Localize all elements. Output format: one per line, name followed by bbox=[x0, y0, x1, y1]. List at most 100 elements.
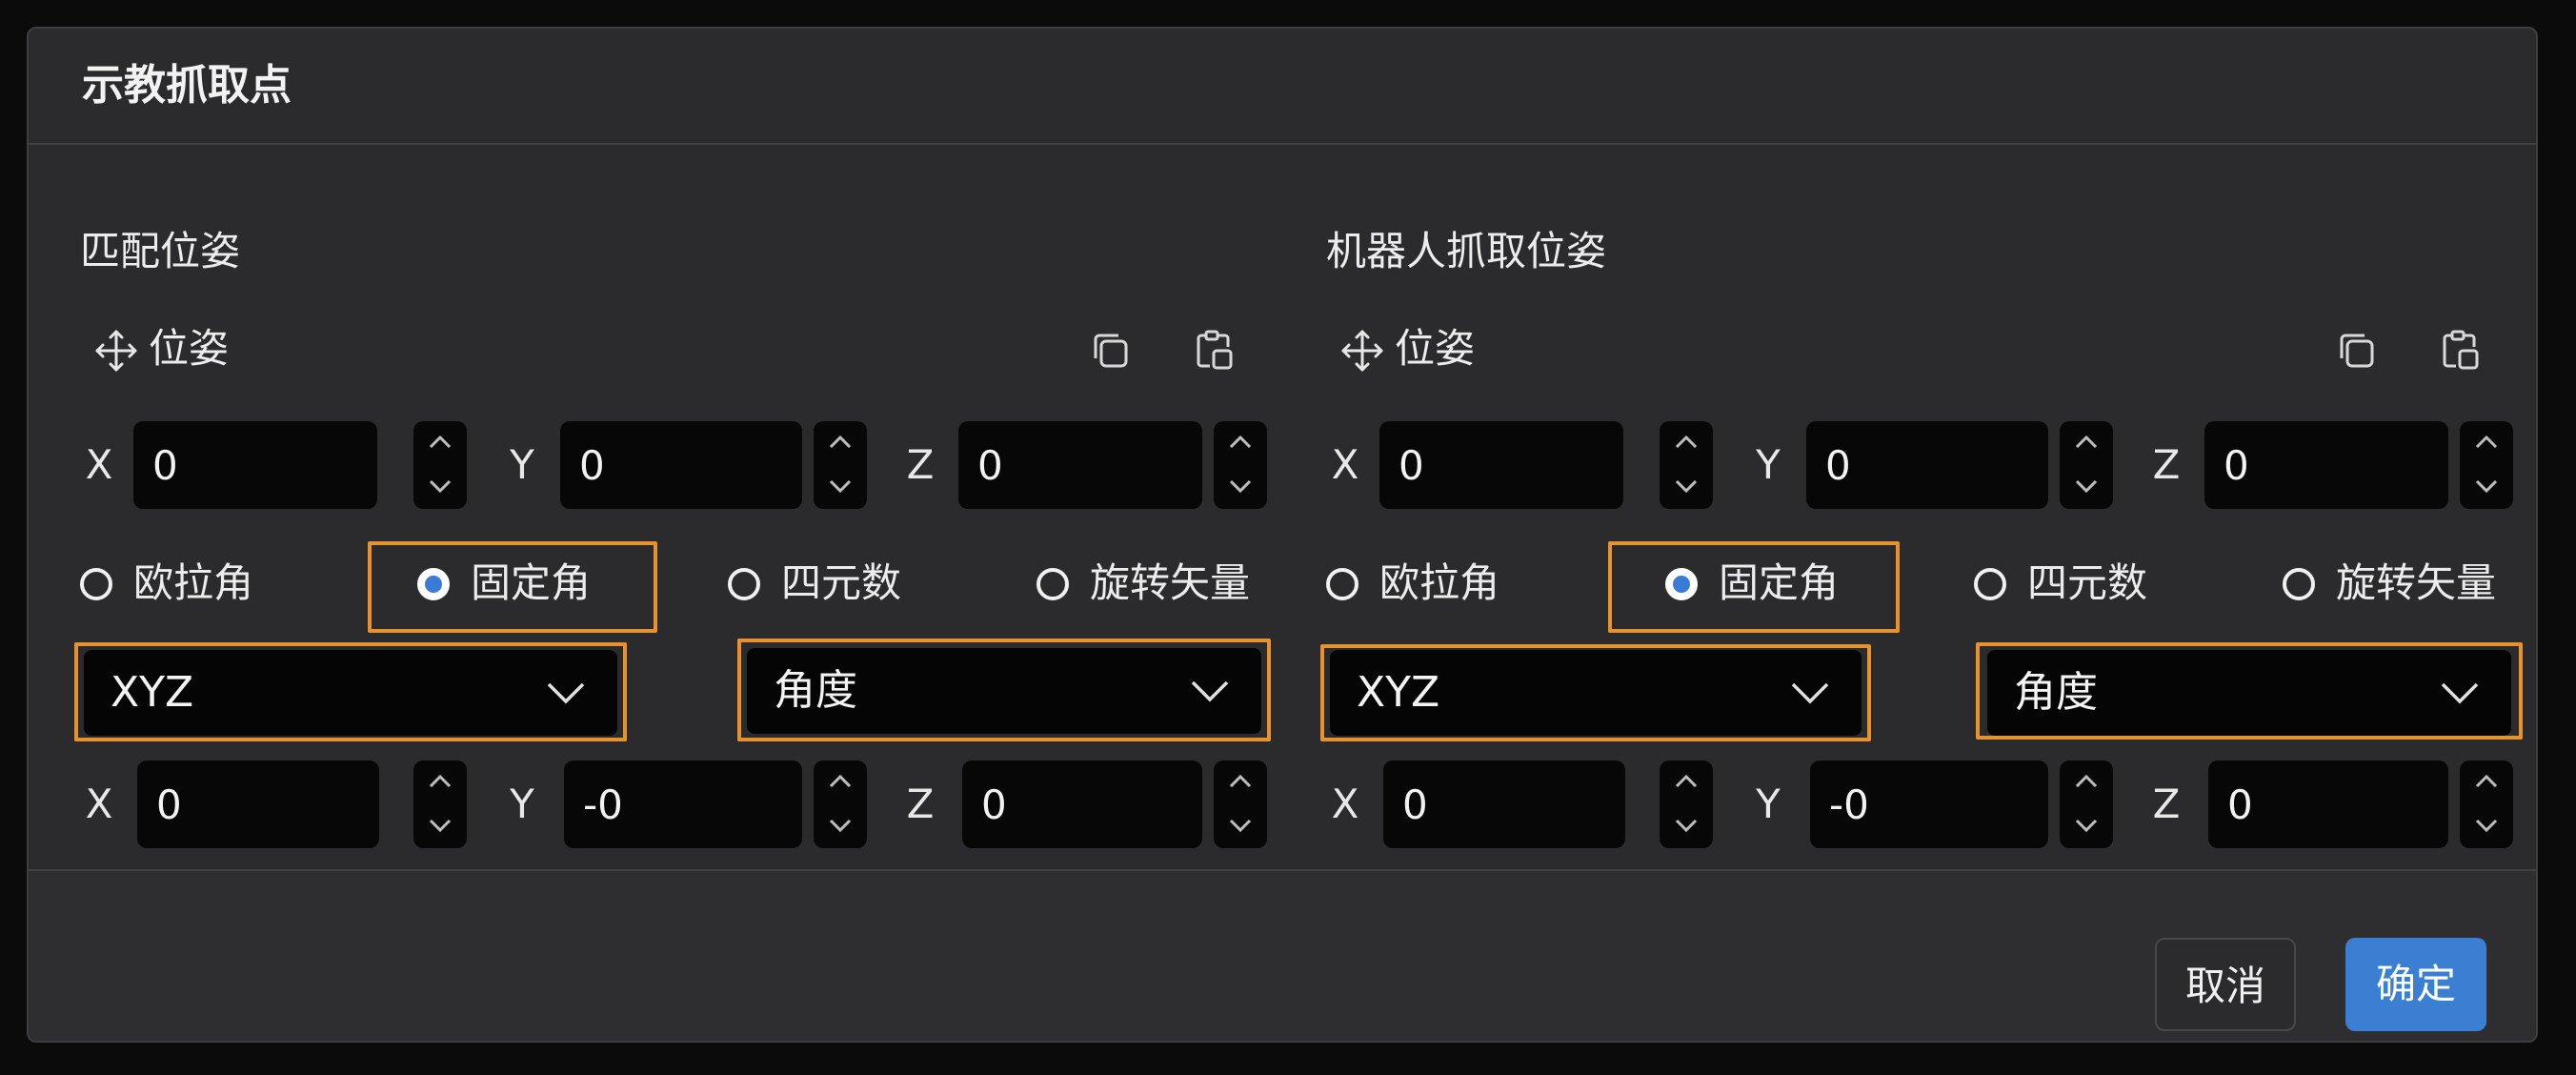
position-z-stepper bbox=[1214, 421, 1267, 509]
rotation-y-input[interactable] bbox=[1810, 761, 2048, 848]
radio-fixed-angle[interactable]: 固定角 bbox=[1665, 545, 1875, 627]
select-value: XYZ bbox=[111, 668, 194, 717]
radio-circle bbox=[80, 568, 112, 600]
stepper-up[interactable] bbox=[413, 761, 467, 804]
chevron-down-icon bbox=[1791, 682, 1829, 704]
chevron-down-icon bbox=[429, 819, 452, 833]
stepper-up[interactable] bbox=[1214, 421, 1267, 465]
rotation-z-stepper bbox=[1214, 761, 1267, 848]
paste-icon[interactable] bbox=[1189, 326, 1238, 375]
angle-unit-select[interactable]: 角度 bbox=[1987, 650, 2511, 736]
chevron-up-icon bbox=[2475, 435, 2498, 449]
pose-label: 位姿 bbox=[149, 325, 230, 372]
position-y-input[interactable] bbox=[560, 421, 802, 509]
stepper-down[interactable] bbox=[2060, 804, 2113, 848]
radio-label: 旋转矢量 bbox=[2336, 559, 2497, 606]
rotation-order-select[interactable]: XYZ bbox=[1330, 650, 1862, 736]
position-z-stepper bbox=[2460, 421, 2513, 509]
stepper-up[interactable] bbox=[814, 421, 867, 465]
radio-rotation-vector[interactable]: 旋转矢量 bbox=[2283, 545, 2515, 627]
radio-euler[interactable]: 欧拉角 bbox=[1326, 545, 1517, 627]
rotation-z-input[interactable] bbox=[2208, 761, 2448, 848]
position-x-input[interactable] bbox=[133, 421, 377, 509]
axis-label-z: Z bbox=[2152, 781, 2181, 827]
rotation-x-input[interactable] bbox=[137, 761, 379, 848]
stepper-down[interactable] bbox=[1660, 465, 1713, 509]
rotation-mode-group: 欧拉角 固定角 四元数 旋转矢量 bbox=[80, 541, 1269, 633]
dialog-header: 示教抓取点 bbox=[29, 29, 2536, 145]
chevron-up-icon bbox=[429, 435, 452, 449]
radio-label: 旋转矢量 bbox=[1090, 559, 1251, 606]
stepper-up[interactable] bbox=[1214, 761, 1267, 804]
chevron-down-icon bbox=[429, 479, 452, 494]
axis-label-z: Z bbox=[906, 441, 935, 488]
chevron-up-icon bbox=[1229, 774, 1252, 788]
stepper-up[interactable] bbox=[2460, 421, 2513, 465]
rotation-z-input[interactable] bbox=[962, 761, 1202, 848]
stepper-up[interactable] bbox=[2060, 421, 2113, 465]
chevron-down-icon bbox=[1229, 819, 1252, 833]
angle-unit-select[interactable]: 角度 bbox=[747, 648, 1261, 734]
chevron-up-icon bbox=[1675, 435, 1698, 449]
radio-quaternion[interactable]: 四元数 bbox=[728, 545, 918, 627]
panel-title: 匹配位姿 bbox=[80, 228, 241, 274]
position-row: X Y Z bbox=[1326, 421, 2513, 509]
stepper-up[interactable] bbox=[2060, 761, 2113, 804]
position-z-input[interactable] bbox=[2204, 421, 2448, 509]
paste-icon[interactable] bbox=[2435, 326, 2485, 375]
radio-label: 四元数 bbox=[781, 559, 902, 606]
axis-label-x: X bbox=[85, 441, 113, 488]
position-z-input[interactable] bbox=[958, 421, 1202, 509]
position-y-input[interactable] bbox=[1806, 421, 2048, 509]
radio-circle-checked bbox=[1665, 568, 1698, 600]
stepper-down[interactable] bbox=[1214, 804, 1267, 848]
rotation-y-stepper bbox=[2060, 761, 2113, 848]
radio-circle bbox=[1036, 568, 1069, 600]
select-value: 角度 bbox=[2014, 668, 2098, 717]
chevron-down-icon bbox=[2475, 819, 2498, 833]
stepper-down[interactable] bbox=[413, 465, 467, 509]
rotation-row: X Y Z bbox=[1326, 761, 2513, 848]
chevron-down-icon bbox=[2075, 819, 2098, 833]
pose-header: 位姿 bbox=[80, 318, 1267, 379]
stepper-down[interactable] bbox=[2460, 804, 2513, 848]
chevron-down-icon bbox=[1191, 680, 1229, 702]
stepper-up[interactable] bbox=[814, 761, 867, 804]
rotation-order-select[interactable]: XYZ bbox=[84, 650, 617, 736]
copy-icon[interactable] bbox=[1086, 326, 1136, 375]
radio-euler[interactable]: 欧拉角 bbox=[80, 545, 271, 627]
copy-icon[interactable] bbox=[2332, 326, 2382, 375]
stepper-down[interactable] bbox=[1660, 804, 1713, 848]
axis-label-y: Y bbox=[1756, 441, 1781, 488]
chevron-down-icon bbox=[2075, 479, 2098, 494]
radio-circle bbox=[2283, 568, 2315, 600]
radio-quaternion[interactable]: 四元数 bbox=[1974, 545, 2164, 627]
radio-rotation-vector[interactable]: 旋转矢量 bbox=[1036, 545, 1269, 627]
rotation-x-stepper bbox=[1660, 761, 1713, 848]
radio-label: 欧拉角 bbox=[1379, 559, 1500, 606]
stepper-down[interactable] bbox=[413, 804, 467, 848]
stepper-down[interactable] bbox=[1214, 465, 1267, 509]
rotation-x-input[interactable] bbox=[1383, 761, 1625, 848]
stepper-up[interactable] bbox=[413, 421, 467, 465]
confirm-button[interactable]: 确定 bbox=[2345, 938, 2486, 1031]
stepper-up[interactable] bbox=[2460, 761, 2513, 804]
stepper-down[interactable] bbox=[2060, 465, 2113, 509]
stepper-down[interactable] bbox=[814, 465, 867, 509]
radio-label: 固定角 bbox=[471, 559, 592, 606]
position-x-input[interactable] bbox=[1379, 421, 1623, 509]
stepper-down[interactable] bbox=[814, 804, 867, 848]
position-y-stepper bbox=[2060, 421, 2113, 509]
cancel-button[interactable]: 取消 bbox=[2155, 938, 2296, 1031]
radio-circle bbox=[1326, 568, 1358, 600]
stepper-down[interactable] bbox=[2460, 465, 2513, 509]
radio-fixed-angle[interactable]: 固定角 bbox=[417, 545, 627, 627]
stepper-up[interactable] bbox=[1660, 761, 1713, 804]
teach-grasp-dialog: 示教抓取点 匹配位姿 位姿 X 0 Y 0 Z 0 欧拉角 固定角 四元数 旋转… bbox=[27, 27, 2538, 1043]
axis-label-x: X bbox=[85, 781, 113, 827]
position-row: X Y Z bbox=[80, 421, 1267, 509]
move-arrows-icon bbox=[95, 330, 137, 372]
stepper-up[interactable] bbox=[1660, 421, 1713, 465]
chevron-up-icon bbox=[1675, 774, 1698, 788]
rotation-y-input[interactable] bbox=[564, 761, 802, 848]
